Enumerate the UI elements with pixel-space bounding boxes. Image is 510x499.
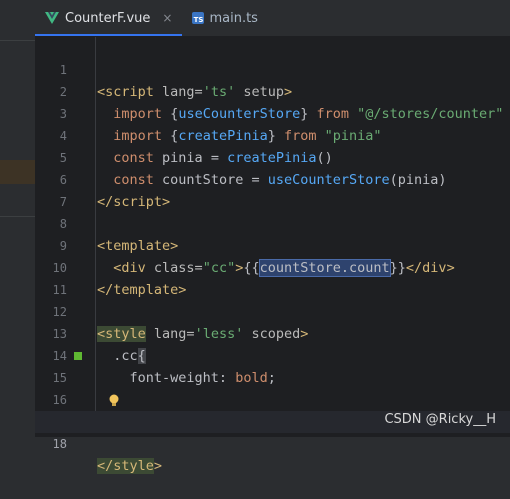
close-icon[interactable]: × bbox=[162, 11, 172, 25]
code-line-3[interactable]: 3 import {createPinia} from "pinia" bbox=[35, 81, 510, 144]
lightbulb-icon[interactable] bbox=[107, 393, 121, 407]
code-line-6[interactable]: 6 </script> bbox=[35, 147, 510, 210]
tab-label: main.ts bbox=[209, 10, 258, 26]
tab-main-ts[interactable]: TS main.ts bbox=[182, 0, 267, 36]
code-line-10[interactable]: 10 </template> bbox=[35, 235, 510, 298]
color-swatch-icon[interactable] bbox=[74, 352, 82, 360]
code-line-2[interactable]: 2 import {useCounterStore} from "@/store… bbox=[35, 59, 510, 122]
tab-label: CounterF.vue bbox=[65, 10, 151, 26]
strip-divider bbox=[0, 216, 35, 217]
token: </style bbox=[97, 458, 154, 474]
tool-window-strip bbox=[0, 0, 36, 437]
token: > bbox=[153, 458, 163, 474]
code-line-13[interactable]: 13 .cc{ bbox=[35, 301, 510, 364]
line-number: 18 bbox=[52, 437, 67, 451]
code-line-11[interactable]: 11 bbox=[35, 257, 510, 297]
editor-tab-bar: CounterF.vue × TS main.ts bbox=[35, 0, 510, 37]
code-line-1[interactable]: 1 <script lang='ts' setup> bbox=[35, 37, 510, 100]
code-line-9[interactable]: 9 <div class="cc">{{countStore.count}}</… bbox=[35, 213, 510, 277]
code-line-17[interactable]: 17 } bbox=[35, 389, 510, 474]
strip-divider bbox=[0, 40, 35, 41]
code-line-16[interactable]: 16 font-size: 24px; bbox=[35, 367, 510, 430]
strip-highlight bbox=[0, 160, 35, 184]
code-editor[interactable]: 1 <script lang='ts' setup> 2 import {use… bbox=[35, 37, 510, 474]
tab-counterf-vue[interactable]: CounterF.vue × bbox=[35, 0, 183, 36]
watermark: CSDN @Ricky__H bbox=[384, 412, 496, 427]
code-line-15[interactable]: 15 color: chartreuse; bbox=[35, 345, 510, 430]
vue-icon bbox=[45, 12, 59, 24]
code-line-7[interactable]: 7 bbox=[35, 169, 510, 209]
code-line-8[interactable]: 8 <template> bbox=[35, 191, 510, 254]
code-line-14[interactable]: 14 font-weight: bold; bbox=[35, 323, 510, 386]
code-line-5[interactable]: 5 const countStore = useCounterStore(pin… bbox=[35, 125, 510, 188]
code-line-12[interactable]: 12 <style lang='less' scoped> bbox=[35, 279, 510, 342]
code-line-4[interactable]: 4 const pinia = createPinia() bbox=[35, 103, 510, 166]
ts-icon: TS bbox=[192, 12, 205, 24]
